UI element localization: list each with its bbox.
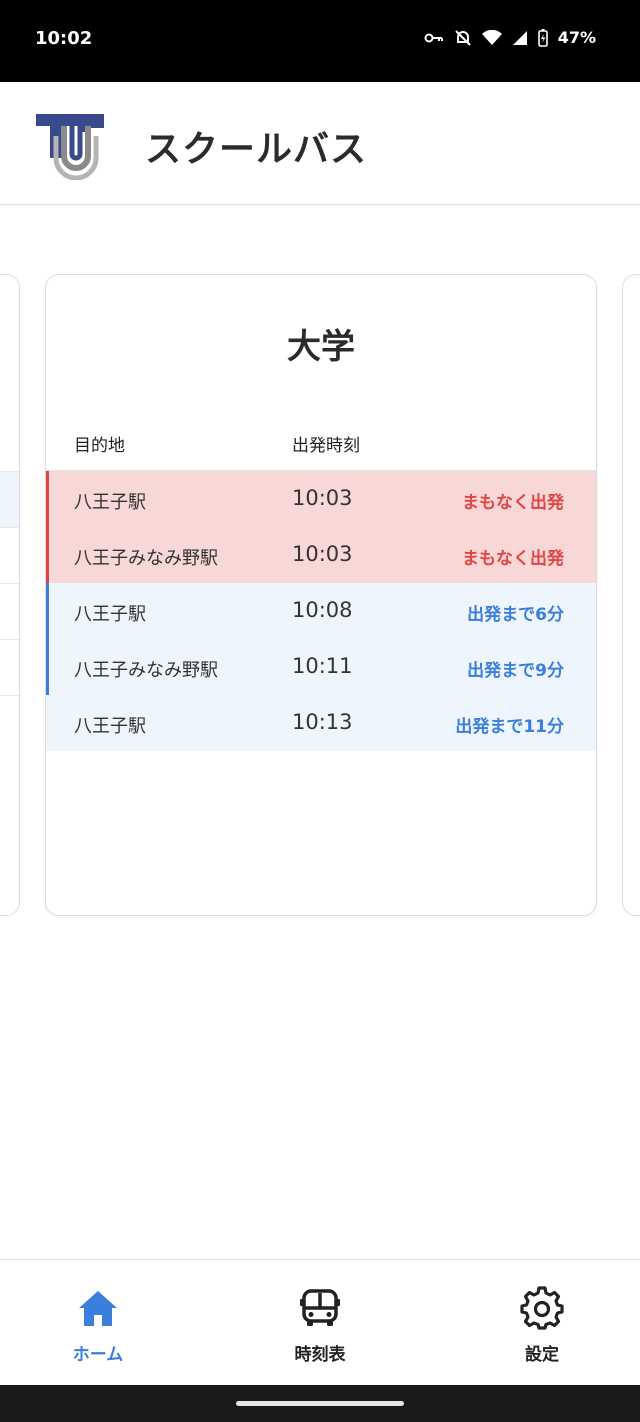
app-header: スクールバス [0, 82, 640, 205]
row-status: 出発まで9分 [467, 661, 564, 681]
row-destination: 八王子駅 [74, 716, 146, 737]
row-time: 10:03 [292, 486, 353, 510]
row-status: まもなく出発 [462, 549, 564, 569]
nav-home[interactable]: ホーム [18, 1260, 178, 1386]
mute-icon [454, 29, 471, 46]
row-time: 10:13 [292, 710, 353, 734]
departure-row: 八王子みなみ野駅 10:03 まもなく出発 [46, 527, 596, 583]
bus-icon [300, 1289, 340, 1326]
home-icon [79, 1291, 117, 1326]
prev-card-divider [0, 527, 19, 528]
nav-settings[interactable]: 設定 [462, 1260, 622, 1386]
bottom-nav: ホーム 時刻表 設定 [0, 1259, 640, 1386]
home-gesture-pill[interactable] [236, 1401, 404, 1406]
signal-icon [512, 30, 527, 45]
row-destination: 八王子みなみ野駅 [74, 548, 218, 569]
prev-card-row [0, 471, 19, 528]
nav-settings-label: 設定 [525, 1345, 559, 1365]
status-bar: 10:02 47% [0, 0, 640, 82]
row-time: 10:03 [292, 542, 353, 566]
column-header-departure: 出発時刻 [292, 436, 360, 456]
battery-percent: 47% [557, 28, 596, 47]
row-destination: 八王子みなみ野駅 [74, 660, 218, 681]
prev-card-divider [0, 583, 19, 584]
row-status: まもなく出発 [462, 493, 564, 513]
row-time: 10:08 [292, 598, 353, 622]
carousel-prev-card[interactable] [0, 274, 20, 916]
upcoming-indicator-bar [46, 583, 49, 695]
departure-row: 八王子駅 10:13 出発まで11分 [46, 695, 596, 751]
departure-row: 八王子駅 10:08 出発まで6分 [46, 583, 596, 639]
app-logo-icon [36, 114, 104, 180]
vpn-key-icon [424, 33, 443, 42]
departure-card[interactable]: 大学 目的地 出発時刻 八王子駅 10:03 まもなく出発 八王子みなみ野駅 1… [45, 274, 597, 916]
departure-row: 八王子駅 10:03 まもなく出発 [46, 471, 596, 527]
row-destination: 八王子駅 [74, 492, 146, 513]
nav-timetable[interactable]: 時刻表 [240, 1260, 400, 1386]
wifi-icon [481, 29, 502, 45]
row-time: 10:11 [292, 654, 353, 678]
column-header-destination: 目的地 [74, 436, 125, 456]
app-title: スクールバス [145, 129, 368, 170]
soon-indicator-bar [46, 471, 49, 583]
status-time: 10:02 [35, 28, 93, 49]
row-status: 出発まで6分 [467, 605, 564, 625]
system-nav-bar [0, 1385, 640, 1422]
prev-card-divider [0, 695, 19, 696]
battery-icon [537, 28, 548, 47]
carousel-next-card[interactable] [622, 274, 640, 916]
nav-timetable-label: 時刻表 [294, 1345, 346, 1365]
departure-row: 八王子みなみ野駅 10:11 出発まで9分 [46, 639, 596, 695]
row-destination: 八王子駅 [74, 604, 146, 625]
nav-home-label: ホーム [72, 1345, 124, 1365]
status-icons: 47% [424, 28, 596, 47]
row-status: 出発まで11分 [455, 717, 564, 737]
prev-card-divider [0, 639, 19, 640]
card-title: 大学 [287, 327, 355, 367]
gear-icon [520, 1286, 564, 1330]
